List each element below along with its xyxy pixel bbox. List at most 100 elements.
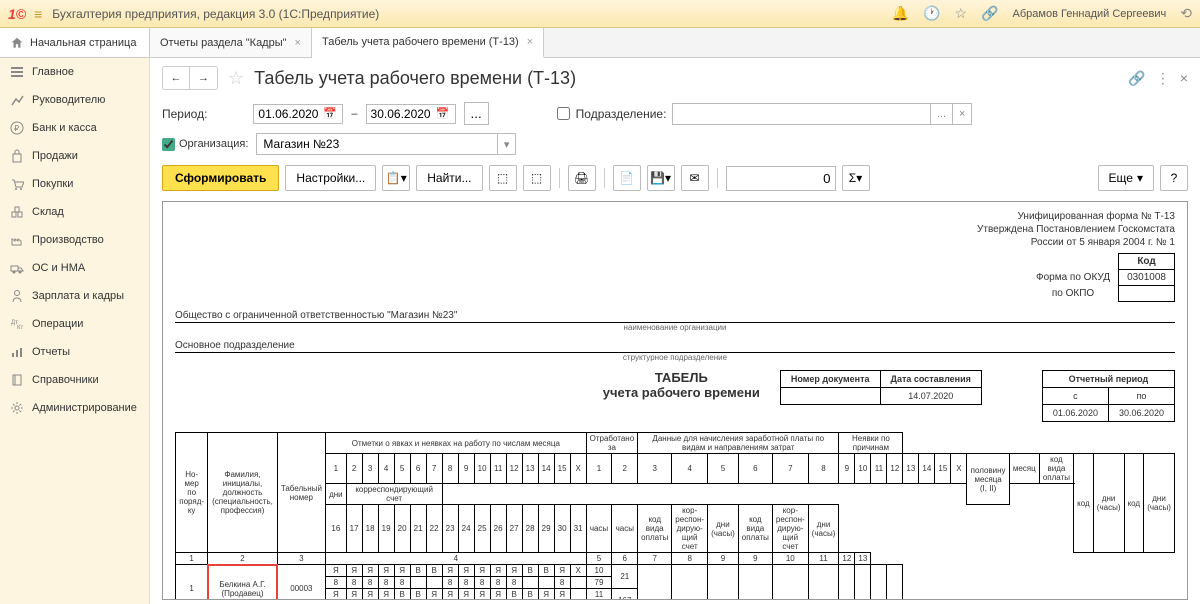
num-input[interactable] [726, 166, 836, 191]
clear-x-icon[interactable]: × [952, 104, 971, 124]
more-icon[interactable]: ⋮ [1156, 70, 1170, 87]
more-button[interactable]: Еще ▾ [1098, 165, 1154, 191]
preview-button[interactable]: 📄 [613, 165, 641, 191]
side-warehouse[interactable]: Склад [0, 198, 149, 226]
side-reports[interactable]: Отчеты [0, 338, 149, 366]
form-info: Унифицированная форма № Т-13 Утверждена … [175, 210, 1175, 249]
person-icon [10, 289, 24, 303]
star-icon[interactable]: ☆ [955, 5, 968, 22]
user-name[interactable]: Абрамов Геннадий Сергеевич [1013, 8, 1167, 20]
subdiv-label: Подразделение: [576, 107, 667, 121]
truck-icon [10, 261, 24, 275]
date-to-input[interactable]: 📅 [366, 104, 456, 124]
calendar-icon[interactable]: 📅 [323, 107, 337, 120]
close-icon[interactable]: × [527, 36, 533, 48]
filter-row: Период: 📅 – 📅 ... Подразделение: ...× [150, 98, 1200, 129]
ops-icon: ДтКт [10, 317, 24, 331]
factory-icon [10, 233, 24, 247]
side-assets[interactable]: ОС и НМА [0, 254, 149, 282]
form-button[interactable]: Сформировать [162, 165, 279, 191]
side-catalogs[interactable]: Справочники [0, 366, 149, 394]
forward-button[interactable]: → [190, 66, 218, 90]
expand-button[interactable]: ⬚ [489, 165, 517, 191]
document-area[interactable]: Унифицированная форма № Т-13 Утверждена … [162, 201, 1188, 600]
org-checkbox[interactable] [162, 138, 175, 151]
toolbar: Сформировать Настройки... 📋▾ Найти... ⬚ … [150, 159, 1200, 197]
bars-icon [10, 345, 24, 359]
tab-timesheet[interactable]: Табель учета рабочего времени (Т-13) × [312, 28, 544, 58]
sync-icon[interactable]: ⟲ [1180, 5, 1192, 22]
history-icon[interactable]: 🕐 [923, 5, 940, 22]
code-table: Код Форма по ОКУД0301008 по ОКПО [1028, 253, 1175, 302]
boxes-icon [10, 205, 24, 219]
print-button[interactable]: 🖨 [568, 165, 596, 191]
favorite-icon[interactable]: ☆ [228, 68, 244, 89]
dropdown-icon[interactable]: ▾ [497, 134, 516, 154]
doc-meta: Номер документаДата составления 14.07.20… [780, 370, 982, 405]
period-label: Период: [162, 107, 207, 121]
side-purchase[interactable]: Покупки [0, 170, 149, 198]
top-right-icons: 🔔 🕐 ☆ 🔗 Абрамов Геннадий Сергеевич ⟲ [892, 5, 1192, 22]
side-sales[interactable]: Продажи [0, 142, 149, 170]
bell-icon[interactable]: 🔔 [892, 5, 909, 22]
subdiv-input[interactable]: ...× [672, 103, 972, 125]
org-select[interactable]: ▾ [256, 133, 516, 155]
save-button[interactable]: 💾▾ [647, 165, 675, 191]
side-operations[interactable]: ДтКтОперации [0, 310, 149, 338]
help-button[interactable]: ? [1160, 165, 1188, 191]
back-button[interactable]: ← [162, 66, 190, 90]
svg-text:Кт: Кт [17, 325, 23, 331]
find-button[interactable]: Найти... [416, 165, 482, 191]
tab-label: Табель учета рабочего времени (Т-13) [322, 36, 519, 48]
tab-label: Отчеты раздела "Кадры" [160, 37, 287, 49]
content: ← → ☆ Табель учета рабочего времени (Т-1… [150, 58, 1200, 604]
side-salary[interactable]: Зарплата и кадры [0, 282, 149, 310]
period-select-button[interactable]: ... [464, 102, 489, 125]
logo-1c: 1© [8, 6, 26, 22]
home-icon [10, 36, 24, 50]
org-row: Организация: ▾ [150, 129, 1200, 159]
bag-icon [10, 149, 24, 163]
gear-icon [10, 401, 24, 415]
org-name: Общество с ограниченной ответственностью… [175, 310, 1175, 323]
link-icon[interactable]: 🔗 [981, 5, 998, 22]
tab-home[interactable]: Начальная страница [0, 28, 150, 57]
doc-title-row: ТАБЕЛЬ учета рабочего времени Номер доку… [175, 370, 1175, 422]
sum-button[interactable]: Σ▾ [842, 165, 870, 191]
side-bank[interactable]: ₽Банк и касса [0, 114, 149, 142]
svg-text:₽: ₽ [14, 124, 19, 133]
collapse-button[interactable]: ⬚ [523, 165, 551, 191]
tab-home-label: Начальная страница [30, 37, 136, 49]
app-title: Бухгалтерия предприятия, редакция 3.0 (1… [52, 7, 379, 21]
close-icon[interactable]: × [1180, 70, 1188, 86]
side-manager[interactable]: Руководителю [0, 86, 149, 114]
date-from-input[interactable]: 📅 [253, 104, 343, 124]
side-main[interactable]: Главное [0, 58, 149, 86]
side-production[interactable]: Производство [0, 226, 149, 254]
tab-bar: Начальная страница Отчеты раздела "Кадры… [0, 28, 1200, 58]
side-admin[interactable]: Администрирование [0, 394, 149, 422]
book-icon [10, 373, 24, 387]
close-icon[interactable]: × [295, 37, 301, 49]
chart-icon [10, 93, 24, 107]
period-meta: Отчетный период спо 01.06.202030.06.2020 [1042, 370, 1175, 422]
ruble-icon: ₽ [10, 121, 24, 135]
mail-button[interactable]: ✉ [681, 165, 709, 191]
calendar-icon[interactable]: 📅 [436, 107, 450, 120]
content-header: ← → ☆ Табель учета рабочего времени (Т-1… [150, 58, 1200, 98]
clear-icon[interactable]: ... [930, 104, 952, 124]
page-title: Табель учета рабочего времени (Т-13) [254, 68, 576, 89]
link-icon[interactable]: 🔗 [1128, 70, 1145, 87]
list-icon [10, 65, 24, 79]
variants-button[interactable]: 📋▾ [382, 165, 410, 191]
cart-icon [10, 177, 24, 191]
menu-icon[interactable]: ≡ [34, 6, 42, 22]
org-label: Организация: [179, 138, 248, 150]
title-bar: 1© ≡ Бухгалтерия предприятия, редакция 3… [0, 0, 1200, 28]
subdiv-checkbox[interactable] [557, 107, 570, 120]
timesheet-table: Но-мер по поряд-ку Фамилия, инициалы, до… [175, 432, 1175, 600]
sidebar: Главное Руководителю ₽Банк и касса Прода… [0, 58, 150, 604]
settings-button[interactable]: Настройки... [285, 165, 376, 191]
dept-name: Основное подразделение [175, 340, 1175, 353]
tab-reports[interactable]: Отчеты раздела "Кадры" × [150, 28, 312, 57]
